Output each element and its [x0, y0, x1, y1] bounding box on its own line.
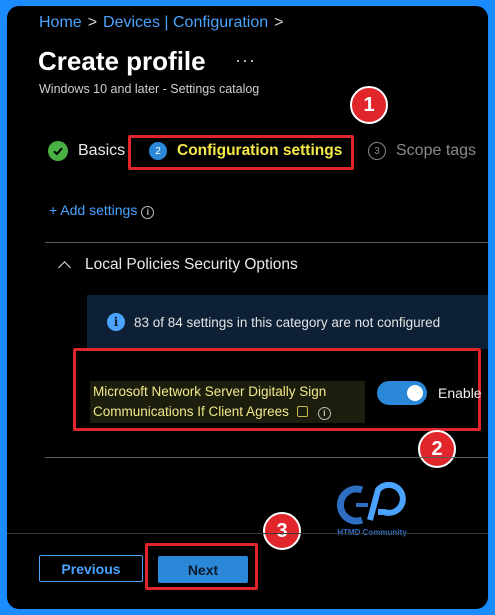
toggle-label: Enable — [438, 385, 482, 401]
breadcrumb-devices-configuration[interactable]: Devices | Configuration — [103, 14, 268, 31]
step-scope-tags[interactable]: 3 Scope tags — [368, 142, 476, 160]
breadcrumb-separator: > — [274, 14, 284, 31]
htmd-community-logo: HTMD Community — [332, 481, 412, 538]
step-scope-tags-label: Scope tags — [396, 142, 477, 159]
info-filled-icon: i — [107, 313, 125, 331]
divider — [45, 242, 488, 243]
toggle-knob — [407, 385, 423, 401]
more-options-icon[interactable]: ··· — [235, 50, 256, 71]
setting-label-line2: Communications If Client Agrees — [93, 404, 289, 419]
setting-label: Microsoft Network Server Digitally Sign … — [90, 381, 365, 423]
info-icon[interactable]: i — [317, 406, 331, 420]
info-message-bar: i 83 of 84 settings in this category are… — [87, 295, 488, 349]
divider — [45, 457, 488, 458]
highlight-box-next: Next — [145, 543, 258, 590]
step-basics-label: Basics — [78, 142, 126, 159]
copy-icon[interactable] — [296, 406, 308, 417]
breadcrumb-home[interactable]: Home — [39, 14, 82, 31]
info-icon[interactable]: i — [141, 205, 155, 219]
section-title: Local Policies Security Options — [85, 256, 298, 273]
annotation-badge-1: 1 — [350, 86, 388, 124]
section-header-local-policies[interactable]: Local Policies Security Options — [58, 256, 298, 274]
step-number-icon: 3 — [368, 142, 386, 160]
enable-toggle[interactable] — [377, 381, 427, 405]
setting-label-line1: Microsoft Network Server Digitally Sign — [93, 384, 327, 399]
step-configuration-settings[interactable]: 2 Configuration settings — [149, 142, 342, 160]
logo-mark-icon — [337, 481, 406, 525]
annotation-badge-2: 2 — [418, 430, 456, 468]
setting-row-network-server-sign: Microsoft Network Server Digitally Sign … — [73, 348, 482, 431]
page-subtitle: Windows 10 and later - Settings catalog — [39, 82, 260, 96]
previous-button[interactable]: Previous — [39, 555, 143, 582]
add-settings-label: + Add settings — [49, 202, 138, 218]
footer-divider — [7, 533, 488, 534]
main-window: Home > Devices | Configuration > Create pro… — [7, 6, 488, 609]
step-basics[interactable]: Basics — [48, 141, 125, 161]
next-button[interactable]: Next — [158, 556, 248, 583]
annotation-badge-3: 3 — [263, 512, 301, 550]
add-settings-link[interactable]: + Add settings i — [49, 202, 155, 219]
checkmark-icon — [48, 141, 68, 161]
step-configuration-label: Configuration settings — [177, 142, 343, 159]
info-bar-text: 83 of 84 settings in this category are n… — [134, 314, 441, 330]
page-title: Create profile — [38, 46, 206, 76]
breadcrumb-separator: > — [87, 14, 98, 31]
step-number-icon: 2 — [149, 142, 167, 160]
breadcrumb: Home > Devices | Configuration > — [39, 14, 290, 32]
chevron-up-icon — [58, 261, 71, 274]
